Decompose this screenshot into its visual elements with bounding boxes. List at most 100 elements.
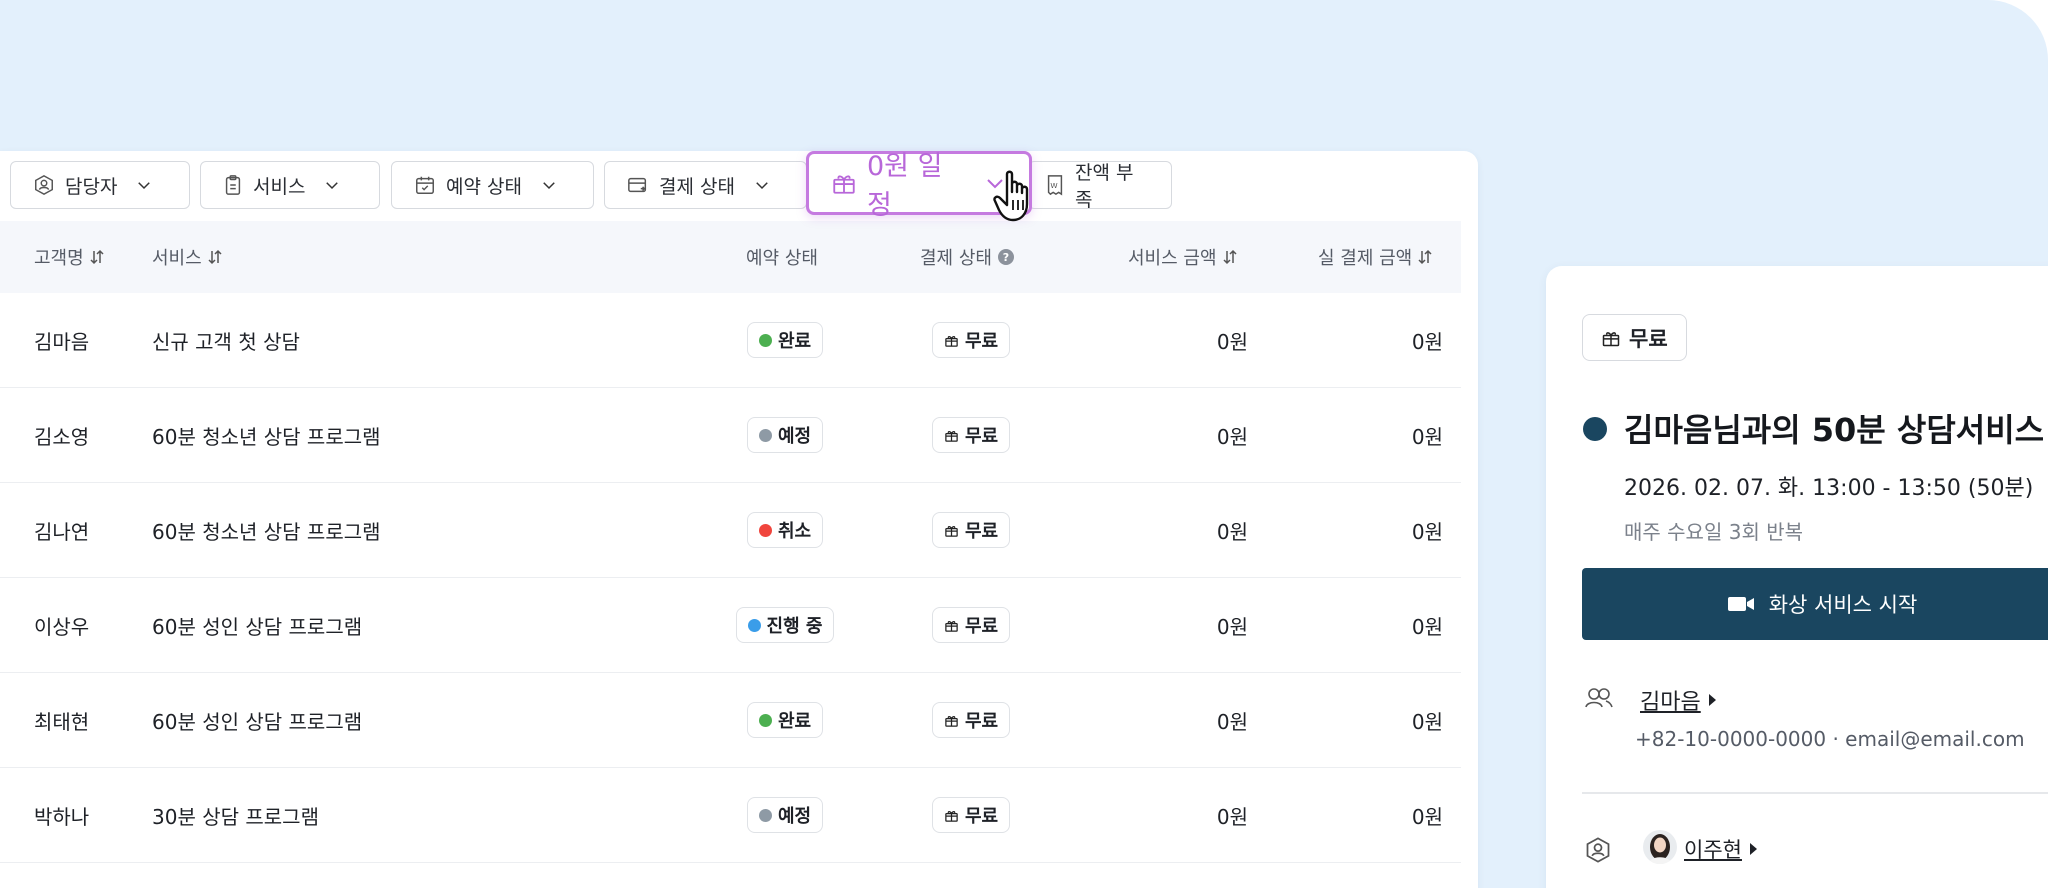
- header-payment-status: 결제 상태 ?: [920, 221, 1014, 293]
- service-amount: 0원: [1216, 519, 1248, 544]
- header-service-label: 서비스: [152, 248, 202, 269]
- detail-repeat: 매주 수요일 3회 반복: [1624, 520, 1803, 544]
- staff-icon: [35, 174, 53, 196]
- status-dot: [758, 428, 772, 442]
- receipt-icon: W: [1047, 175, 1063, 196]
- header-customer[interactable]: 고객명: [34, 221, 104, 293]
- service-amount: 0원: [1216, 614, 1248, 639]
- service-amount: 0원: [1216, 709, 1248, 734]
- filter-zero-won-label: 0원 일정: [867, 151, 943, 221]
- filter-payment-status-button[interactable]: 결제 상태: [604, 161, 807, 209]
- table-row[interactable]: 이상우 60분 성인 상담 프로그램 진행 중 무료 0원 0원: [0, 578, 1461, 673]
- sort-icon: [1223, 249, 1237, 265]
- status-label: 예정: [777, 426, 812, 447]
- header-paid-amount-label: 실 결제 금액: [1318, 248, 1413, 269]
- payment-status-cell: 무료: [932, 483, 1011, 577]
- detail-title: 김마음님과의 50분 상담서비스: [1624, 411, 2045, 449]
- table-row[interactable]: 박하나 30분 상담 프로그램 예정 무료 0원 0원: [0, 768, 1461, 863]
- payment-status-cell: 무료: [932, 578, 1011, 672]
- start-video-service-label: 화상 서비스 시작: [1768, 593, 1918, 617]
- payment-status-cell: 무료: [932, 673, 1011, 767]
- status-label: 완료: [777, 711, 812, 732]
- sort-icon: [1418, 249, 1432, 265]
- payment-label: 무료: [965, 426, 999, 447]
- video-camera-icon: [1727, 597, 1754, 611]
- paid-amount: 0원: [1411, 709, 1443, 734]
- detail-datetime: 2026. 02. 07. 화. 13:00 - 13:50 (50분): [1624, 476, 2034, 501]
- filter-staff-label: 담당자: [65, 175, 118, 198]
- divider: [1582, 792, 2048, 794]
- status-badge: 완료: [746, 702, 824, 738]
- start-video-service-button[interactable]: 화상 서비스 시작: [1582, 568, 2048, 640]
- header-paid-amount[interactable]: 실 결제 금액: [1318, 221, 1432, 293]
- payment-badge: 무료: [932, 512, 1011, 548]
- payment-status-cell: 무료: [932, 768, 1011, 862]
- status-dot: [747, 618, 761, 632]
- header-reservation-status-label: 예약 상태: [746, 248, 818, 269]
- avatar: [1643, 830, 1677, 864]
- staff-icon: [1586, 837, 1610, 863]
- filter-low-balance-label: 잔액 부족: [1075, 162, 1134, 211]
- status-badge: 완료: [746, 322, 824, 358]
- payment-label: 무료: [965, 806, 999, 827]
- status-label: 완료: [777, 331, 812, 352]
- filter-service-button[interactable]: 서비스: [200, 161, 380, 209]
- status-label: 진행 중: [766, 616, 823, 637]
- gift-icon: [833, 175, 855, 194]
- status-dot: [758, 333, 772, 347]
- sort-icon: [90, 249, 104, 265]
- help-icon[interactable]: ?: [997, 249, 1014, 265]
- header-service-amount[interactable]: 서비스 금액: [1128, 221, 1237, 293]
- payment-status-cell: 무료: [932, 388, 1011, 482]
- paid-amount: 0원: [1411, 519, 1443, 544]
- gift-icon: [945, 810, 958, 822]
- status-badge: 취소: [746, 512, 824, 548]
- gift-icon: [945, 620, 958, 632]
- status-badge: 예정: [746, 417, 824, 453]
- table-row[interactable]: 김소영 60분 청소년 상담 프로그램 예정 무료 0원 0원: [0, 388, 1461, 483]
- caret-right-icon: [1749, 843, 1757, 855]
- free-badge: 무료: [1582, 314, 1687, 361]
- chevron-down-icon: [543, 182, 555, 190]
- payment-badge: 무료: [932, 702, 1011, 738]
- svg-text:W: W: [1050, 181, 1057, 190]
- client-contact: +82-10-0000-0000 · email@email.com: [1635, 727, 2025, 751]
- status-badge: 진행 중: [735, 607, 835, 643]
- gift-icon: [945, 430, 958, 442]
- status-label: 취소: [777, 521, 812, 542]
- filter-service-label: 서비스: [253, 175, 306, 198]
- caret-right-icon: [1708, 694, 1716, 706]
- paid-amount: 0원: [1411, 614, 1443, 639]
- hand-cursor-icon: [993, 170, 1029, 222]
- payment-label: 무료: [965, 521, 999, 542]
- status-dot: [758, 523, 772, 537]
- status-dot: [758, 713, 772, 727]
- header-service[interactable]: 서비스: [152, 221, 222, 293]
- paid-amount: 0원: [1411, 329, 1443, 354]
- filter-reservation-status-button[interactable]: 예약 상태: [391, 161, 594, 209]
- payment-label: 무료: [965, 331, 999, 352]
- payment-label: 무료: [965, 711, 999, 732]
- filter-low-balance-button[interactable]: W 잔액 부족: [1028, 161, 1172, 211]
- service-amount: 0원: [1216, 329, 1248, 354]
- client-name-label: 김마음: [1640, 690, 1701, 715]
- header-payment-status-label: 결제 상태: [920, 248, 992, 269]
- filter-payment-status-label: 결제 상태: [659, 175, 735, 198]
- header-reservation-status: 예약 상태: [746, 221, 818, 293]
- header-service-amount-label: 서비스 금액: [1128, 248, 1217, 269]
- table-row[interactable]: 김나연 60분 청소년 상담 프로그램 취소 무료 0원 0원: [0, 483, 1461, 578]
- sort-icon: [208, 249, 222, 265]
- staff-name-link[interactable]: 이주현: [1684, 834, 1757, 864]
- free-badge-label: 무료: [1629, 326, 1668, 351]
- header-customer-label: 고객명: [34, 248, 84, 269]
- gift-icon: [1602, 331, 1620, 346]
- table-row[interactable]: 김마음 신규 고객 첫 상담 완료 무료 0원 0원: [0, 293, 1461, 388]
- client-name-link[interactable]: 김마음: [1640, 684, 1716, 716]
- clipboard-icon: [225, 175, 241, 195]
- service-amount: 0원: [1216, 804, 1248, 829]
- filter-staff-button[interactable]: 담당자: [10, 161, 190, 209]
- paid-amount: 0원: [1411, 804, 1443, 829]
- staff-name-label: 이주현: [1684, 838, 1742, 862]
- gift-icon: [945, 715, 958, 727]
- table-row[interactable]: 최태현 60분 성인 상담 프로그램 완료 무료 0원 0원: [0, 673, 1461, 768]
